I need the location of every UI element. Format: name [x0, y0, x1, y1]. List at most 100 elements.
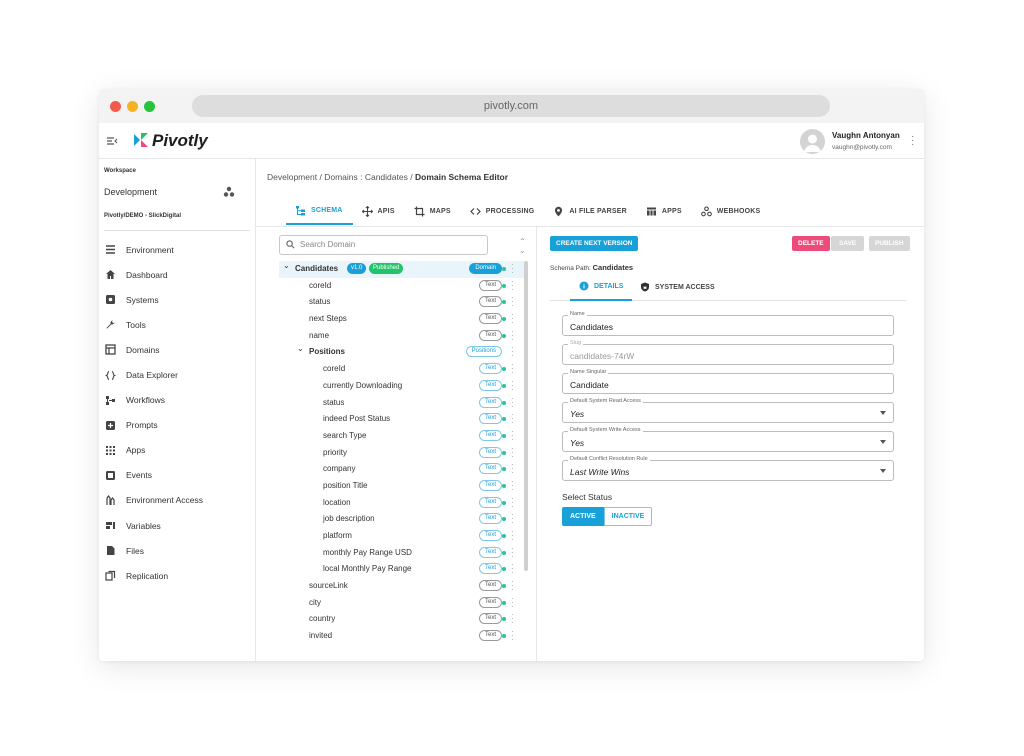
- sidebar-item-dashboard[interactable]: Dashboard: [99, 262, 255, 287]
- tab-processing[interactable]: PROCESSING: [461, 197, 545, 225]
- more-vert-icon[interactable]: · · ·: [511, 461, 514, 477]
- more-vert-icon[interactable]: · · ·: [511, 261, 514, 277]
- sidebar-item-events[interactable]: Events: [99, 463, 255, 488]
- tree-row[interactable]: platform Text · · ·: [279, 528, 524, 545]
- address-bar[interactable]: pivotly.com: [192, 95, 830, 117]
- sidebar-item-prompts[interactable]: Prompts: [99, 413, 255, 438]
- more-vert-icon[interactable]: · · ·: [511, 427, 514, 443]
- status-active-button[interactable]: ACTIVE: [562, 507, 604, 526]
- tree-row[interactable]: search Type Text · · ·: [279, 427, 524, 445]
- sidebar-item-variables[interactable]: Variables: [99, 513, 255, 538]
- tree-row[interactable]: invited Text · · ·: [279, 628, 524, 645]
- name-field[interactable]: Name Candidates: [562, 311, 894, 336]
- workspace-select[interactable]: Development: [104, 187, 157, 197]
- avatar[interactable]: [800, 129, 825, 154]
- more-vert-icon[interactable]: · · ·: [511, 561, 514, 577]
- tree-row[interactable]: priority Text · · ·: [279, 444, 524, 462]
- sidebar-item-workflows[interactable]: Workflows: [99, 388, 255, 413]
- name-singular-field[interactable]: Name Singular Candidate: [562, 369, 894, 394]
- more-vert-icon[interactable]: · · ·: [511, 611, 514, 627]
- tab-ai-file-parser[interactable]: AI FILE PARSER: [544, 197, 637, 225]
- conflict-rule-select[interactable]: Default Conflict Resolution Rule Last Wr…: [562, 456, 894, 481]
- more-vert-icon[interactable]: · · ·: [511, 511, 514, 527]
- menu-collapse-icon[interactable]: [106, 135, 118, 147]
- workspace-switch-icon[interactable]: [223, 186, 235, 198]
- publish-button[interactable]: PUBLISH: [869, 236, 910, 251]
- tree-row[interactable]: monthly Pay Range USD Text · · ·: [279, 544, 524, 562]
- tree-row[interactable]: name Text · · ·: [279, 327, 524, 345]
- more-vert-icon[interactable]: · · ·: [511, 594, 514, 610]
- more-vert-icon[interactable]: · · ·: [511, 327, 514, 343]
- tree-row[interactable]: location Text · · ·: [279, 494, 524, 512]
- tree-scrollbar[interactable]: [524, 261, 528, 571]
- more-vert-icon[interactable]: · · ·: [511, 277, 514, 293]
- sidebar-item-apps[interactable]: Apps: [99, 438, 255, 463]
- status-inactive-button[interactable]: INACTIVE: [603, 507, 653, 526]
- breadcrumb-development[interactable]: Development: [267, 172, 317, 182]
- tree-row[interactable]: position Title Text · · ·: [279, 477, 524, 495]
- sidebar-item-environment[interactable]: Environment: [99, 237, 255, 262]
- tab-apis[interactable]: APIS: [353, 197, 405, 225]
- more-vert-icon[interactable]: · · ·: [911, 132, 914, 150]
- maximize-window-button[interactable]: [144, 101, 155, 112]
- sidebar-item-label: Dashboard: [126, 269, 168, 280]
- breadcrumb-domain[interactable]: Domains : Candidates: [324, 172, 408, 182]
- more-vert-icon[interactable]: · · ·: [511, 528, 514, 544]
- tab-maps[interactable]: MAPS: [405, 197, 461, 225]
- chevron-down-icon[interactable]: ⌄: [283, 261, 290, 270]
- sidebar-item-tools[interactable]: Tools: [99, 312, 255, 337]
- read-access-select[interactable]: Default System Read Access Yes: [562, 398, 894, 423]
- sidebar-item-files[interactable]: Files: [99, 538, 255, 563]
- tree-row[interactable]: city Text · · ·: [279, 594, 524, 612]
- tree-row[interactable]: status Text · · ·: [279, 294, 524, 311]
- more-vert-icon[interactable]: · · ·: [511, 377, 514, 393]
- close-window-button[interactable]: [110, 101, 121, 112]
- more-vert-icon[interactable]: · · ·: [511, 311, 514, 327]
- app-logo-text[interactable]: Pivotly: [152, 131, 208, 151]
- tree-row[interactable]: sourceLink Text · · ·: [279, 578, 524, 595]
- tree-row-root[interactable]: ⌄ Candidates v1.0 Published Domain · · ·: [279, 261, 524, 278]
- tab-apps[interactable]: APPS: [637, 197, 692, 225]
- tree-row[interactable]: company Text · · ·: [279, 461, 524, 478]
- sidebar-item-data-explorer[interactable]: Data Explorer: [99, 362, 255, 387]
- tree-field-label: currently Downloading: [323, 380, 403, 390]
- tab-webhooks[interactable]: WEBHOOKS: [692, 197, 771, 225]
- tab-system-access[interactable]: SYSTEM ACCESS: [631, 273, 724, 301]
- search-domain-input[interactable]: Search Domain: [279, 235, 488, 255]
- tree-row[interactable]: local Monthly Pay Range Text · · ·: [279, 561, 524, 578]
- more-vert-icon[interactable]: · · ·: [511, 494, 514, 510]
- delete-button[interactable]: DELETE: [792, 236, 830, 251]
- more-vert-icon[interactable]: · · ·: [511, 578, 514, 594]
- tab-details[interactable]: DETAILS: [570, 273, 633, 301]
- tree-row[interactable]: coreId Text · · ·: [279, 361, 524, 378]
- tree-row[interactable]: status Text · · ·: [279, 394, 524, 412]
- sidebar-item-environment-access[interactable]: Environment Access: [99, 488, 255, 513]
- chevron-down-icon[interactable]: ⌄: [297, 344, 304, 353]
- more-vert-icon[interactable]: · · ·: [511, 444, 514, 460]
- tree-row[interactable]: job description Text · · ·: [279, 511, 524, 528]
- more-vert-icon[interactable]: · · ·: [511, 294, 514, 310]
- tree-row[interactable]: currently Downloading Text · · ·: [279, 377, 524, 395]
- tab-schema[interactable]: SCHEMA: [286, 197, 353, 225]
- minimize-window-button[interactable]: [127, 101, 138, 112]
- more-vert-icon[interactable]: · · ·: [511, 361, 514, 377]
- create-next-version-button[interactable]: CREATE NEXT VERSION: [550, 236, 639, 251]
- expand-collapse-icon[interactable]: ⌃ ⌄: [519, 237, 526, 255]
- sidebar-item-systems[interactable]: Systems: [99, 287, 255, 312]
- sidebar-item-domains[interactable]: Domains: [99, 337, 255, 362]
- more-vert-icon[interactable]: · · ·: [511, 344, 514, 360]
- tree-row[interactable]: coreId Text · · ·: [279, 277, 524, 295]
- more-vert-icon[interactable]: · · ·: [511, 628, 514, 644]
- sidebar-item-replication[interactable]: Replication: [99, 563, 255, 588]
- write-access-select[interactable]: Default System Write Access Yes: [562, 427, 894, 452]
- more-vert-icon[interactable]: · · ·: [511, 411, 514, 427]
- save-button[interactable]: SAVE: [831, 236, 865, 251]
- more-vert-icon[interactable]: · · ·: [511, 544, 514, 560]
- more-vert-icon[interactable]: · · ·: [511, 394, 514, 410]
- more-vert-icon[interactable]: · · ·: [511, 477, 514, 493]
- tree-row[interactable]: country Text · · ·: [279, 611, 524, 628]
- status-dot: [502, 617, 506, 622]
- tree-row-group[interactable]: ⌄ Positions Positions · · ·: [279, 344, 524, 361]
- tree-row[interactable]: indeed Post Status Text · · ·: [279, 411, 524, 428]
- tree-row[interactable]: next Steps Text · · ·: [279, 311, 524, 328]
